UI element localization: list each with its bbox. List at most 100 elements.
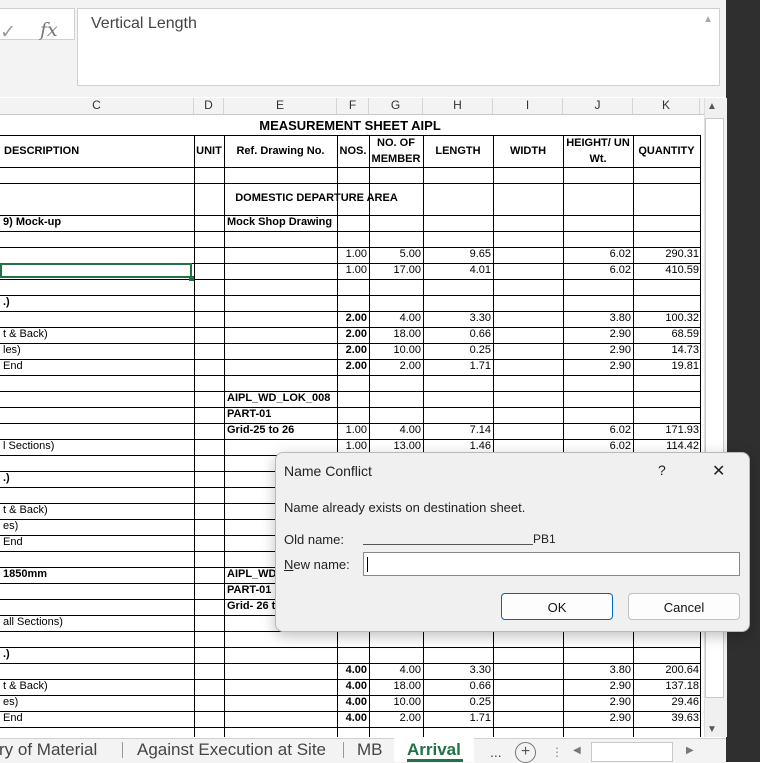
cell-c[interactable]: .) (3, 472, 193, 484)
cell-c[interactable]: End (3, 360, 193, 372)
cell-g[interactable]: 5.00 (369, 248, 421, 260)
cell-h[interactable]: 4.01 (423, 264, 491, 276)
cell-c[interactable]: End (3, 536, 193, 548)
cell-f[interactable]: 1.00 (337, 248, 367, 260)
column-header-f[interactable]: F (337, 98, 369, 114)
column-header-j[interactable]: J (563, 98, 633, 114)
column-header-g[interactable]: G (369, 98, 423, 114)
cell-j[interactable]: 3.80 (563, 664, 631, 676)
cell-h[interactable]: 0.25 (423, 344, 491, 356)
fill-handle[interactable] (189, 276, 194, 281)
cell-g[interactable]: 13.00 (369, 440, 421, 452)
cell-f[interactable]: 1.00 (337, 424, 367, 436)
cell-g[interactable]: 10.00 (369, 696, 421, 708)
cell-e[interactable]: Mock Shop Drawing (227, 216, 337, 228)
cell-k[interactable]: 68.59 (633, 328, 699, 340)
cell-k[interactable]: 290.31 (633, 248, 699, 260)
collapse-formula-icon[interactable]: ▲ (703, 14, 713, 25)
cell-j[interactable]: 6.02 (563, 264, 631, 276)
cell-c[interactable]: es) (3, 520, 193, 532)
cell-c[interactable]: es) (3, 696, 193, 708)
header-no-of-member-line1[interactable]: NO. OF (369, 137, 423, 149)
cell-g[interactable]: 18.00 (369, 328, 421, 340)
check-icon[interactable]: ✓ (0, 21, 16, 44)
cell-j[interactable]: 2.90 (563, 680, 631, 692)
sheet-tab-materials[interactable]: ry of Material (0, 740, 97, 760)
cell-k[interactable]: 29.46 (633, 696, 699, 708)
cell-k[interactable]: 19.81 (633, 360, 699, 372)
hscroll-left-icon[interactable]: ◀ (573, 745, 581, 756)
cell-c[interactable]: les) (3, 344, 193, 356)
cell-h[interactable]: 0.66 (423, 328, 491, 340)
hscroll-right-icon[interactable]: ▶ (686, 745, 694, 756)
cell-f[interactable]: 2.00 (337, 312, 367, 324)
cell-g[interactable]: 2.00 (369, 712, 421, 724)
header-no-of-member-line2[interactable]: MEMBER (369, 153, 423, 165)
cell-g[interactable]: 18.00 (369, 680, 421, 692)
selected-cell[interactable] (0, 263, 192, 278)
cell-c[interactable]: l Sections) (3, 440, 193, 452)
cancel-button[interactable]: Cancel (628, 593, 740, 620)
ok-button[interactable]: OK (501, 593, 613, 620)
cell-c[interactable]: .) (3, 648, 193, 660)
cell-k[interactable]: 137.18 (633, 680, 699, 692)
cell-k[interactable]: 171.93 (633, 424, 699, 436)
cell-c[interactable]: t & Back) (3, 504, 193, 516)
cell-e[interactable]: AIPL_WD_LOK_008 (227, 392, 337, 404)
cell-h[interactable]: 3.30 (423, 664, 491, 676)
cell-f[interactable]: 4.00 (337, 712, 367, 724)
cell-g[interactable]: 10.00 (369, 344, 421, 356)
header-unit[interactable]: UNIT (194, 145, 224, 157)
cell-j[interactable]: 2.90 (563, 712, 631, 724)
cell-f[interactable]: 2.00 (337, 360, 367, 372)
cell-j[interactable]: 2.90 (563, 328, 631, 340)
cell-h[interactable]: 1.71 (423, 360, 491, 372)
cell-h[interactable]: 0.25 (423, 696, 491, 708)
cell-g[interactable]: 4.00 (369, 312, 421, 324)
column-header-d[interactable]: D (194, 98, 224, 114)
cell-c[interactable]: all Sections) (3, 616, 193, 628)
column-header-c[interactable]: C (0, 98, 194, 114)
new-name-input[interactable] (363, 552, 740, 576)
header-height-line2[interactable]: Wt. (563, 153, 633, 165)
column-header-i[interactable]: I (493, 98, 563, 114)
column-header-e[interactable]: E (224, 98, 337, 114)
header-nos[interactable]: NOS. (337, 145, 369, 157)
cell-g[interactable]: 4.00 (369, 424, 421, 436)
cell-h[interactable]: 7.14 (423, 424, 491, 436)
header-length[interactable]: LENGTH (423, 145, 493, 157)
cell-k[interactable]: 39.63 (633, 712, 699, 724)
cell-e[interactable]: PART-01 (227, 408, 337, 420)
cell-f[interactable]: 4.00 (337, 664, 367, 676)
cell-k[interactable]: 100.32 (633, 312, 699, 324)
cell-g[interactable]: 4.00 (369, 664, 421, 676)
cell-f[interactable]: 1.00 (337, 264, 367, 276)
cell-c[interactable]: t & Back) (3, 680, 193, 692)
cell-j[interactable]: 6.02 (563, 424, 631, 436)
cell-k[interactable]: 14.73 (633, 344, 699, 356)
column-header-k[interactable]: K (633, 98, 700, 114)
header-height-line1[interactable]: HEIGHT/ UN (563, 137, 633, 149)
cell-f[interactable]: 4.00 (337, 696, 367, 708)
header-width[interactable]: WIDTH (493, 145, 563, 157)
more-tabs-button[interactable]: ... (490, 744, 502, 760)
add-sheet-icon[interactable]: + (515, 742, 536, 763)
cell-c[interactable]: 1850mm (3, 568, 193, 580)
cell-h[interactable]: 0.66 (423, 680, 491, 692)
cell-f[interactable]: 2.00 (337, 328, 367, 340)
cell-j[interactable]: 3.80 (563, 312, 631, 324)
cell-h[interactable]: 3.30 (423, 312, 491, 324)
header-quantity[interactable]: QUANTITY (633, 145, 700, 157)
cell-f[interactable]: 1.00 (337, 440, 367, 452)
cell-f[interactable]: 4.00 (337, 680, 367, 692)
column-header-h[interactable]: H (423, 98, 493, 114)
cell-h[interactable]: 1.71 (423, 712, 491, 724)
cell-j[interactable]: 2.90 (563, 360, 631, 372)
scroll-up-icon[interactable]: ▲ (707, 101, 717, 112)
header-ref-drawing[interactable]: Ref. Drawing No. (224, 145, 337, 157)
sheet-tab-against-execution[interactable]: Against Execution at Site (137, 740, 326, 760)
sheet-tab-arrival[interactable]: Arrival (407, 740, 461, 760)
cell-g[interactable]: 17.00 (369, 264, 421, 276)
tab-splitter-icon[interactable]: ⋮ (551, 745, 563, 759)
cell-c[interactable]: .) (3, 296, 193, 308)
